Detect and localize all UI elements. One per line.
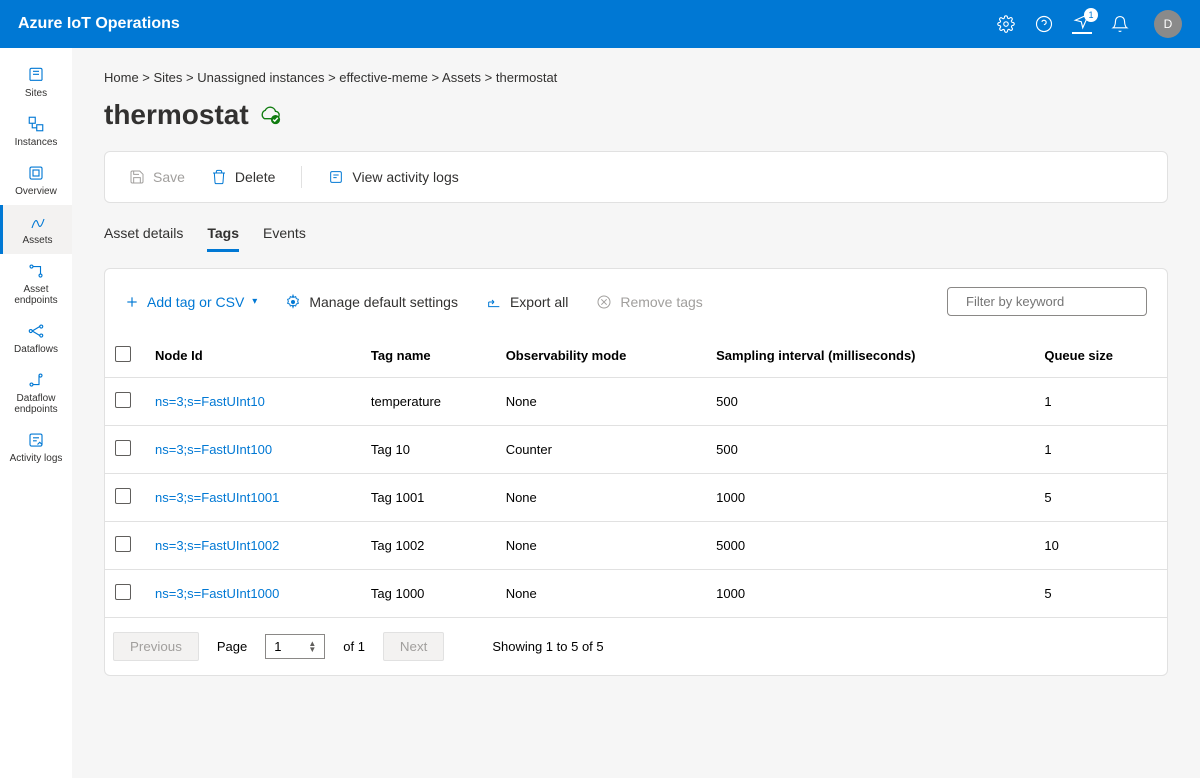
col-tag-name[interactable]: Tag name <box>361 334 496 378</box>
node-id-link[interactable]: ns=3;s=FastUInt1002 <box>145 522 361 570</box>
select-all-checkbox[interactable] <box>115 346 131 362</box>
col-obs-mode[interactable]: Observability mode <box>496 334 706 378</box>
brand-title: Azure IoT Operations <box>18 15 180 33</box>
table-row: ns=3;s=FastUInt1000Tag 1000None10005 <box>105 570 1167 618</box>
col-node-id[interactable]: Node Id <box>145 334 361 378</box>
prev-button: Previous <box>113 632 199 661</box>
col-interval[interactable]: Sampling interval (milliseconds) <box>706 334 1034 378</box>
sidebar-item-assets[interactable]: Assets <box>0 205 72 254</box>
tabs: Asset details Tags Events <box>104 225 1168 252</box>
pager: Previous Page 1▲▼ of 1 Next Showing 1 to… <box>105 618 1167 675</box>
search-box[interactable] <box>947 287 1147 316</box>
col-queue[interactable]: Queue size <box>1034 334 1167 378</box>
overview-icon <box>27 164 45 182</box>
assets-icon <box>29 213 47 231</box>
help-icon[interactable] <box>1034 14 1054 34</box>
sidebar-item-asset-endpoints[interactable]: Asset endpoints <box>0 254 72 314</box>
add-tag-button[interactable]: Add tag or CSV▾ <box>125 294 257 310</box>
showing-text: Showing 1 to 5 of 5 <box>492 639 603 654</box>
sidebar-item-dataflows[interactable]: Dataflows <box>0 314 72 363</box>
table-row: ns=3;s=FastUInt10temperatureNone5001 <box>105 378 1167 426</box>
main-content: Home > Sites > Unassigned instances > ef… <box>72 48 1200 778</box>
tab-events[interactable]: Events <box>263 225 306 252</box>
avatar[interactable]: D <box>1154 10 1182 38</box>
top-actions: 1 D <box>996 10 1182 38</box>
bell-icon[interactable] <box>1110 14 1130 34</box>
bc-home[interactable]: Home <box>104 70 139 85</box>
export-all-button[interactable]: Export all <box>486 294 568 310</box>
row-checkbox[interactable] <box>115 584 131 600</box>
bc-unassigned[interactable]: Unassigned instances <box>197 70 324 85</box>
instances-icon <box>27 115 45 133</box>
next-button: Next <box>383 632 444 661</box>
tags-table: Node Id Tag name Observability mode Samp… <box>105 334 1167 618</box>
sidebar-item-activity-logs[interactable]: Activity logs <box>0 423 72 472</box>
bc-current: thermostat <box>496 70 557 85</box>
tab-asset-details[interactable]: Asset details <box>104 225 183 252</box>
view-logs-button[interactable]: View activity logs <box>328 169 458 185</box>
dataflows-icon <box>27 322 45 340</box>
sidebar-item-instances[interactable]: Instances <box>0 107 72 156</box>
table-row: ns=3;s=FastUInt1002Tag 1002None500010 <box>105 522 1167 570</box>
table-row: ns=3;s=FastUInt1001Tag 1001None10005 <box>105 474 1167 522</box>
sidebar: Sites Instances Overview Assets Asset en… <box>0 48 72 778</box>
sidebar-item-overview[interactable]: Overview <box>0 156 72 205</box>
remove-tags-button: Remove tags <box>596 294 702 310</box>
dataflow-endpoints-icon <box>27 371 45 389</box>
search-input[interactable] <box>966 294 1142 309</box>
chevron-down-icon: ▾ <box>252 296 257 307</box>
tab-tags[interactable]: Tags <box>207 225 239 252</box>
save-button: Save <box>129 169 185 185</box>
row-checkbox[interactable] <box>115 440 131 456</box>
row-checkbox[interactable] <box>115 488 131 504</box>
bc-sites[interactable]: Sites <box>154 70 183 85</box>
bc-instance[interactable]: effective-meme <box>339 70 428 85</box>
toolbar-card: Save Delete View activity logs <box>104 151 1168 203</box>
breadcrumb: Home > Sites > Unassigned instances > ef… <box>104 70 1168 85</box>
node-id-link[interactable]: ns=3;s=FastUInt1000 <box>145 570 361 618</box>
logs-icon <box>27 431 45 449</box>
node-id-link[interactable]: ns=3;s=FastUInt1001 <box>145 474 361 522</box>
row-checkbox[interactable] <box>115 536 131 552</box>
feedback-icon[interactable]: 1 <box>1072 14 1092 34</box>
page-input[interactable]: 1▲▼ <box>265 634 325 659</box>
table-row: ns=3;s=FastUInt100Tag 10Counter5001 <box>105 426 1167 474</box>
row-checkbox[interactable] <box>115 392 131 408</box>
top-bar: Azure IoT Operations 1 D <box>0 0 1200 48</box>
feedback-badge: 1 <box>1084 8 1098 22</box>
page-title: thermostat <box>104 99 1168 131</box>
asset-endpoints-icon <box>27 262 45 280</box>
node-id-link[interactable]: ns=3;s=FastUInt100 <box>145 426 361 474</box>
tags-card: Add tag or CSV▾ Manage default settings … <box>104 268 1168 676</box>
delete-button[interactable]: Delete <box>211 169 275 185</box>
sidebar-item-dataflow-endpoints[interactable]: Dataflow endpoints <box>0 363 72 423</box>
gear-icon[interactable] <box>996 14 1016 34</box>
cloud-synced-icon <box>259 104 281 126</box>
sites-icon <box>27 66 45 84</box>
manage-defaults-button[interactable]: Manage default settings <box>285 294 458 310</box>
bc-assets[interactable]: Assets <box>442 70 481 85</box>
node-id-link[interactable]: ns=3;s=FastUInt10 <box>145 378 361 426</box>
sidebar-item-sites[interactable]: Sites <box>0 58 72 107</box>
